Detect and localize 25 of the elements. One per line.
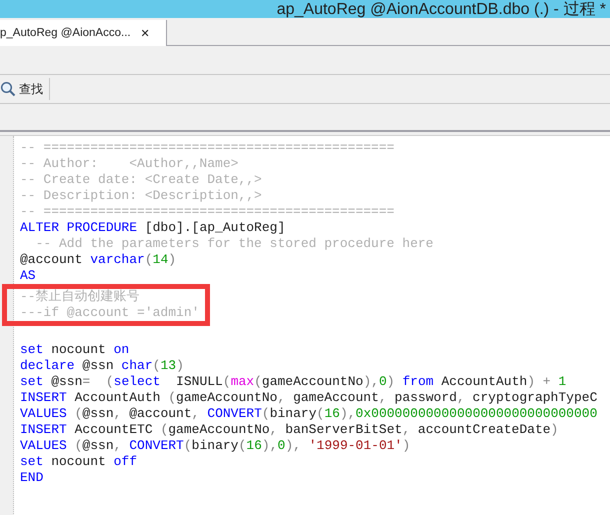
code-line: --禁止自动创建账号 bbox=[20, 289, 141, 305]
code-line: set nocount off bbox=[20, 454, 138, 470]
code-line: INSERT AccountAuth (gameAccountNo, gameAccount, password, cryptographTypeC bbox=[20, 390, 598, 406]
code-line: -- Description: <Description,,> bbox=[20, 188, 263, 204]
code-line: VALUES (@ssn, @account, CONVERT(binary(16),0x00000000000000000000000000000 bbox=[20, 406, 598, 422]
close-icon[interactable]: ✕ bbox=[140, 26, 150, 40]
code-line: INSERT AccountETC (gameAccountNo, banServerBitSet, accountCreateDate) bbox=[20, 422, 560, 438]
window-title: ap_AutoReg @AionAccountDB.dbo (.) - 过程 * bbox=[276, 0, 607, 18]
code-line: @account varchar(14) bbox=[20, 252, 178, 268]
code-line: -- ============================================= bbox=[20, 140, 396, 156]
code-line: ---if @account ='admin' bbox=[20, 305, 200, 321]
code-line: AS bbox=[20, 268, 37, 284]
code-line: declare @ssn char(13) bbox=[20, 358, 185, 374]
code-line: VALUES (@ssn, CONVERT(binary(16),0), '1999-01-01') bbox=[20, 438, 412, 454]
code-line: -- ============================================= bbox=[20, 204, 396, 220]
code-line: set nocount on bbox=[20, 342, 130, 358]
code-line: -- Add the parameters for the stored procedure here bbox=[34, 236, 434, 252]
document-tab[interactable]: p_AutoReg @AionAcco... ✕ bbox=[0, 20, 167, 46]
code-line: -- Author: <Author,,Name> bbox=[20, 156, 240, 172]
code-editor[interactable] bbox=[0, 135, 610, 515]
code-line: set @ssn= (select ISNULL(max(gameAccountNo),0) from AccountAuth) + 1 bbox=[20, 374, 568, 390]
code-line: END bbox=[20, 470, 44, 486]
code-line: ALTER PROCEDURE [dbo].[ap_AutoReg] bbox=[20, 220, 286, 236]
find-button[interactable]: 查找 bbox=[0, 77, 49, 101]
code-line: -- Create date: <Create Date,,> bbox=[20, 172, 263, 188]
